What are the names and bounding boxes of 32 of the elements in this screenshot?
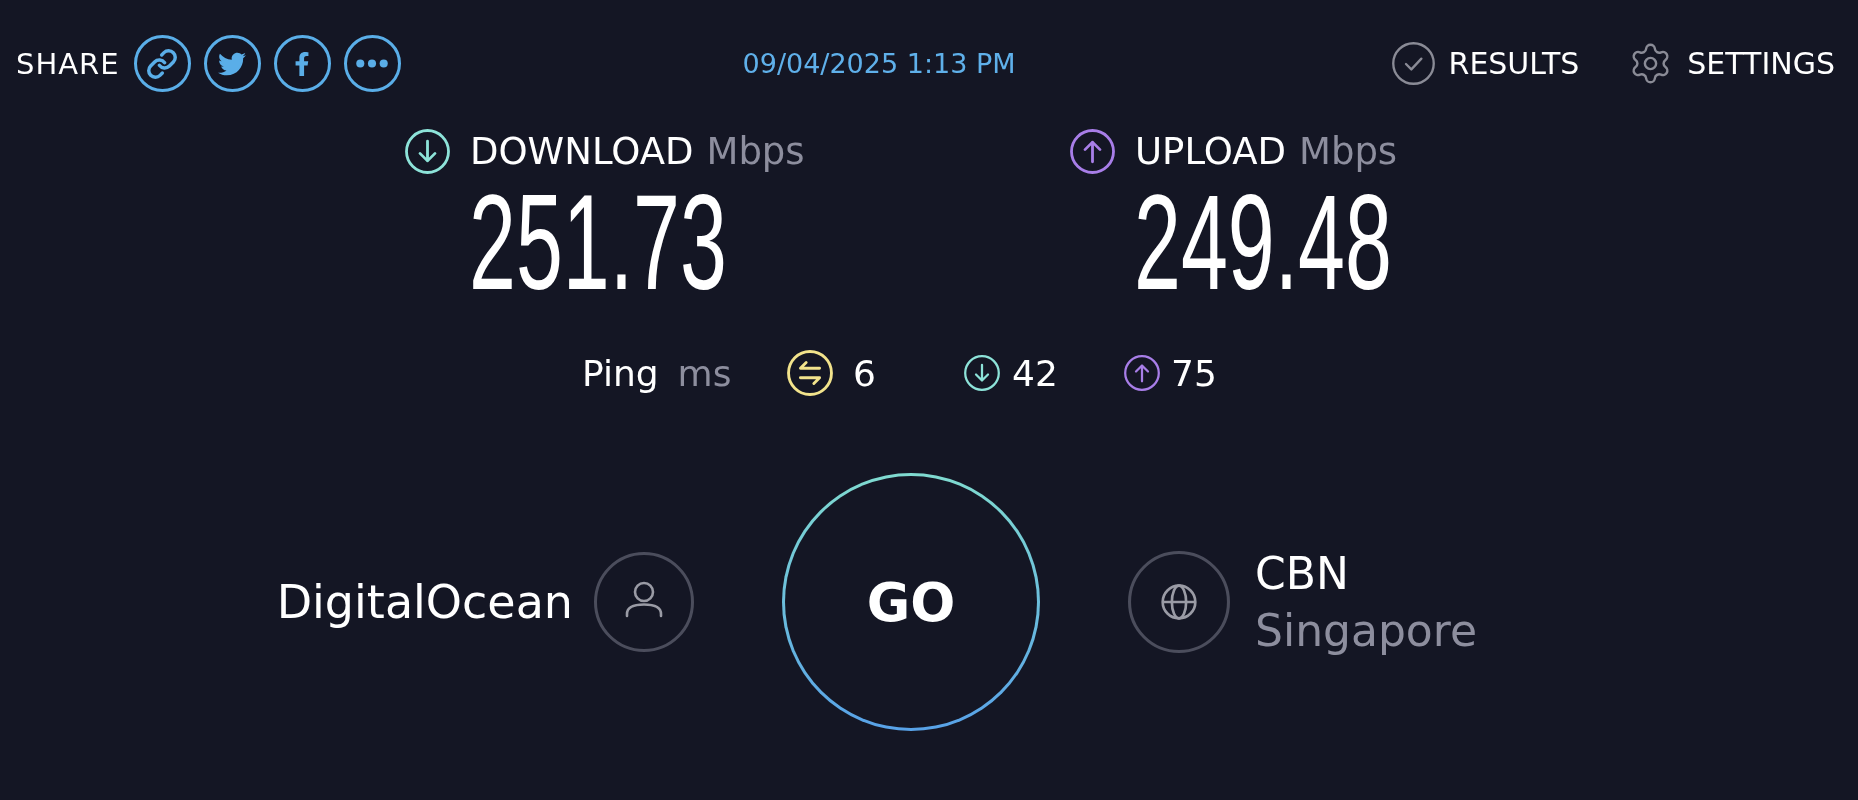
share-label: SHARE [16,46,120,81]
results-button[interactable]: RESULTS [1391,42,1580,85]
ping-value: 42 [1012,352,1058,394]
settings-button[interactable]: SETTINGS [1628,41,1835,86]
provider-name: DigitalOcean [276,575,573,629]
arrow-down-circle-icon [964,355,1000,391]
unit-label: ms [677,352,732,394]
server-location: Singapore [1255,605,1477,656]
swap-arrows-icon [787,350,833,396]
speed-value: 251.73 [469,174,727,310]
timestamp: 09/04/2025 1:13 PM [742,48,1016,79]
metric-label: DOWNLOAD [470,130,694,173]
more-icon [355,59,390,68]
share-button[interactable] [343,35,401,92]
arrow-up-circle-icon [1124,355,1160,391]
share-button[interactable] [273,35,331,92]
speed-value: 249.48 [1134,174,1392,310]
link-icon [146,47,179,80]
ping-value: 75 [1171,352,1217,394]
server-name: CBN [1255,548,1350,599]
arrow-up-circle-icon [1070,129,1115,174]
metric-label: UPLOAD [1135,130,1286,173]
ping-label: Ping [582,352,659,394]
person-icon [594,552,694,652]
unit-label: Mbps [1298,130,1398,173]
share-button[interactable] [133,35,191,92]
share-button[interactable] [203,35,261,92]
globe-icon [1128,551,1230,653]
unit-label: Mbps [706,130,805,173]
arrow-down-circle-icon [405,129,450,174]
check-circle-icon [1391,42,1435,85]
ping-value: 6 [853,352,876,394]
